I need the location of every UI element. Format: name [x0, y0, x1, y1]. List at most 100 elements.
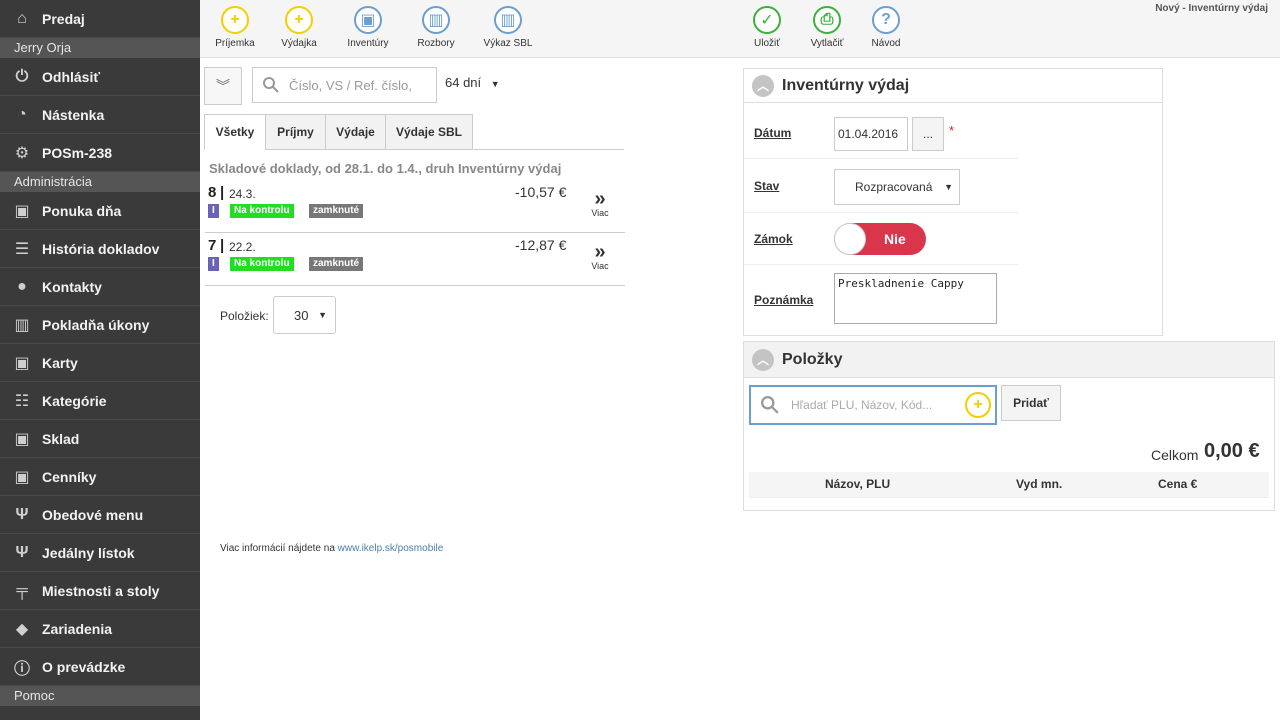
note-textarea[interactable]: Preskladnenie Cappy [834, 273, 997, 324]
sidebar-item-historia-dokladov[interactable]: ☰ História dokladov [0, 230, 200, 268]
sidebar: ⌂ Predaj Jerry Orja ⏻ Odhlásiť ◔ Nástenk… [0, 0, 200, 720]
sidebar-item-logout[interactable]: ⏻ Odhlásiť [0, 58, 200, 96]
sbl-report-button[interactable]: ▥ Výkaz SBL [473, 6, 543, 49]
analysis-button[interactable]: ▥ Rozbory [401, 6, 471, 49]
inventory-button[interactable]: ▣ Inventúry [333, 6, 403, 49]
tab-receipts[interactable]: Príjmy [265, 114, 326, 150]
button-label: Vytlačiť [810, 38, 844, 49]
sidebar-item-label: História dokladov [42, 240, 160, 257]
state-select[interactable]: Rozpracovaná ▼ [834, 169, 960, 205]
lock-badge: zamknuté [309, 204, 364, 218]
info-link[interactable]: www.ikelp.sk/posmobile [338, 543, 444, 554]
column-header-price[interactable]: Cena € [1158, 477, 1197, 491]
diamond-icon: ◆ [15, 620, 29, 638]
bar-chart-icon: ▥ [14, 316, 30, 334]
date-field[interactable]: 01.04.2016 [834, 117, 908, 151]
sidebar-item-dashboard[interactable]: ◔ Nástenka [0, 96, 200, 134]
list-item[interactable]: 7 | 22.2. -12,87 € I Na kontrolu zamknut… [205, 233, 625, 286]
note-label: Poznámka [754, 293, 814, 307]
list-item[interactable]: 8 | 24.3. -10,57 € I Na kontrolu zamknut… [205, 180, 625, 233]
sidebar-item-cenniky[interactable]: ▣ Cenníky [0, 458, 200, 496]
help-button[interactable]: ? Návod [851, 6, 921, 49]
cutlery-icon: Ψ [15, 543, 29, 561]
filter-toggle-button[interactable]: ︾ [204, 67, 242, 105]
sidebar-item-jedalny-listok[interactable]: Ψ Jedálny lístok [0, 534, 200, 572]
lock-toggle[interactable]: Nie [834, 223, 926, 255]
tab-issues[interactable]: Výdaje [325, 114, 386, 150]
caret-down-icon: ▼ [944, 182, 953, 192]
issue-button[interactable]: + Výdajka [264, 6, 334, 49]
button-label: Inventúry [347, 38, 389, 49]
button-label: Uložiť [754, 38, 780, 49]
sidebar-item-kategorie[interactable]: ☷ Kategórie [0, 382, 200, 420]
sidebar-item-miestnosti[interactable]: ╤ Miestnosti a stoly [0, 572, 200, 610]
items-panel: ︿ Položky Hľadať PLU, Názov, Kód... + Pr… [743, 341, 1275, 511]
item-search-field[interactable]: Hľadať PLU, Názov, Kód... + [749, 385, 997, 425]
receipt-button[interactable]: + Príjemka [200, 6, 270, 49]
help-section-header: Pomoc [0, 686, 200, 706]
dashboard-icon: ◔ [17, 105, 27, 123]
search-icon [263, 77, 279, 93]
date-picker-button[interactable]: ... [912, 117, 944, 151]
add-item-button[interactable]: Pridať [1001, 385, 1061, 421]
button-label: Príjemka [215, 38, 255, 49]
search-input[interactable] [289, 77, 424, 93]
chevron-up-icon[interactable]: ︿ [752, 348, 774, 371]
column-header-name[interactable]: Názov, PLU [825, 477, 890, 491]
sidebar-item-label: Obedové menu [42, 506, 144, 523]
power-icon: ⏻ [15, 67, 29, 85]
plus-icon[interactable]: + [965, 392, 991, 418]
panel-title: Inventúrny výdaj [782, 76, 910, 94]
status-badge: Na kontrolu [230, 257, 294, 271]
date-label: Dátum [754, 126, 792, 140]
sidebar-item-kontakty[interactable]: ● Kontakty [0, 268, 200, 306]
sidebar-item-predaj[interactable]: ⌂ Predaj [0, 0, 200, 38]
document-tabs: Všetky Príjmy Výdaje Výdaje SBL [204, 114, 624, 150]
days-value: 64 dní [445, 75, 482, 90]
info-prefix: Viac informácií nájdete na [220, 543, 338, 554]
doc-amount: -10,57 € [515, 184, 567, 200]
list-caption: Skladové doklady, od 28.1. do 1.4., druh… [209, 161, 562, 176]
table-icon: ╤ [16, 581, 28, 599]
document-form-panel: ︿ Inventúrny výdaj Dátum 01.04.2016 ... … [743, 68, 1163, 336]
sidebar-item-label: Jedálny lístok [42, 544, 135, 561]
users-icon: ● [17, 277, 27, 295]
toggle-knob [834, 223, 866, 255]
per-page-select[interactable]: 30 ▼ [273, 296, 336, 334]
double-chevron-down-icon: ︾ [216, 78, 230, 94]
column-header-qty[interactable]: Vyd mn. [1016, 477, 1062, 491]
boxes-icon: ▣ [14, 354, 30, 372]
sidebar-item-label: POSm-238 [42, 144, 113, 161]
days-select[interactable]: 64 dní ▼ [445, 75, 500, 90]
more-label: Viac [591, 261, 609, 271]
double-chevron-right-icon: » [594, 241, 606, 263]
button-label: Výkaz SBL [483, 38, 533, 49]
chevron-up-icon[interactable]: ︿ [752, 74, 774, 97]
sidebar-item-pokladna-ukony[interactable]: ▥ Pokladňa úkony [0, 306, 200, 344]
sidebar-item-o-prevadzke[interactable]: ⓘ O prevádzke [0, 648, 200, 686]
doc-number: 8 [208, 184, 217, 201]
sidebar-item-obedove-menu[interactable]: Ψ Obedové menu [0, 496, 200, 534]
printer-icon: ⎙ [813, 6, 841, 34]
status-badge: Na kontrolu [230, 204, 294, 218]
tab-issues-sbl[interactable]: Výdaje SBL [385, 114, 473, 150]
sidebar-item-karty[interactable]: ▣ Karty [0, 344, 200, 382]
more-button[interactable]: » Viac [585, 188, 615, 218]
double-chevron-right-icon: » [594, 188, 606, 210]
per-page-value: 30 [294, 307, 309, 323]
boxes-icon: ▣ [14, 468, 30, 486]
total-label: Celkom [1151, 447, 1199, 463]
check-icon: ✓ [753, 6, 781, 34]
panel-header: ︿ Položky [744, 342, 1274, 378]
tab-all[interactable]: Všetky [204, 114, 266, 150]
panel-header: ︿ Inventúrny výdaj [744, 69, 1162, 103]
sidebar-item-zariadenia[interactable]: ◆ Zariadenia [0, 610, 200, 648]
sidebar-item-sklad[interactable]: ▣ Sklad [0, 420, 200, 458]
boxes-icon: ▣ [354, 6, 382, 34]
sidebar-item-label: Miestnosti a stoly [42, 582, 160, 599]
sidebar-item-device[interactable]: ⚙ POSm-238 [0, 134, 200, 172]
more-button[interactable]: » Viac [585, 241, 615, 271]
document-search[interactable] [252, 67, 437, 103]
sidebar-item-ponuka-dna[interactable]: ▣ Ponuka dňa [0, 192, 200, 230]
bar-chart-icon: ▥ [494, 6, 522, 34]
